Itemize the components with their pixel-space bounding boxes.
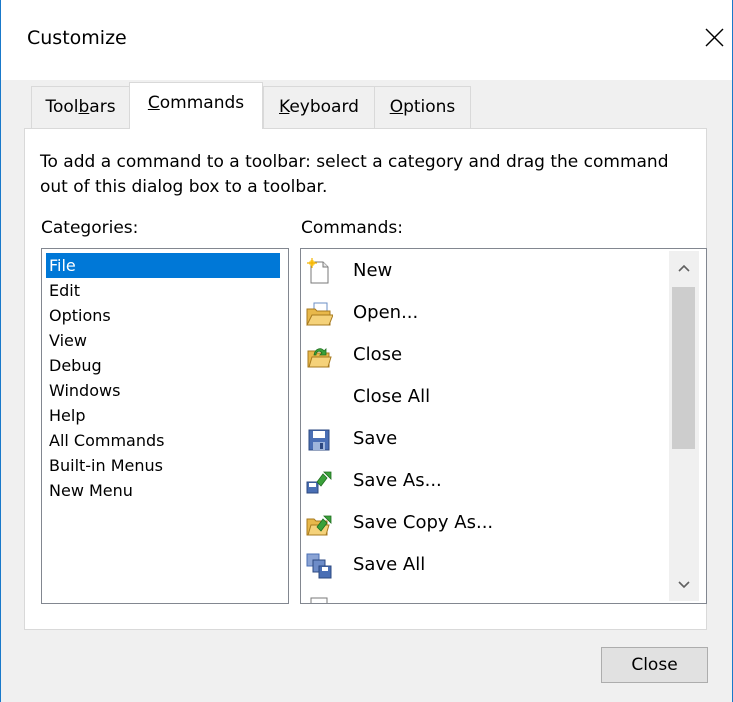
- scrollbar-thumb[interactable]: [672, 287, 695, 449]
- save-all-icon: [305, 552, 333, 580]
- customize-dialog: Customize Toolbars Commands Keyboard Opt…: [0, 0, 733, 702]
- commands-scrollbar[interactable]: [669, 251, 699, 601]
- tab-keyboard-label: Keyboard: [279, 97, 359, 117]
- commands-list[interactable]: New Open... Close Close All Save Save As…: [300, 248, 707, 604]
- command-label: Save Copy As...: [353, 512, 494, 533]
- instructions-text: To add a command to a toolbar: select a …: [40, 152, 669, 197]
- save-disk-icon: [305, 426, 333, 454]
- tab-toolbars-label: Toolbars: [45, 97, 116, 117]
- category-item[interactable]: Built-in Menus: [46, 453, 280, 478]
- command-item-save[interactable]: Save: [301, 419, 663, 461]
- scroll-up-arrow-icon[interactable]: [669, 253, 699, 283]
- command-item-close-all[interactable]: Close All: [301, 377, 663, 419]
- category-item[interactable]: Windows: [46, 378, 280, 403]
- close-icon[interactable]: [699, 22, 729, 52]
- category-item[interactable]: File: [46, 253, 280, 278]
- category-item[interactable]: New Menu: [46, 478, 280, 503]
- title-bar: Customize: [1, 0, 732, 80]
- categories-label: Categories:: [41, 218, 139, 238]
- command-item-save-copy-as[interactable]: Save Copy As...: [301, 503, 663, 545]
- command-item-open[interactable]: Open...: [301, 293, 663, 335]
- tab-options[interactable]: Options: [374, 86, 471, 128]
- category-item[interactable]: View: [46, 328, 280, 353]
- window-title: Customize: [27, 27, 127, 49]
- close-folder-icon: [305, 342, 333, 370]
- command-label: New: [353, 260, 393, 281]
- print-icon: [305, 594, 333, 603]
- save-as-icon: [305, 468, 333, 496]
- commands-label: Commands:: [301, 218, 403, 238]
- command-item-partial[interactable]: [301, 587, 663, 603]
- close-button[interactable]: Close: [601, 647, 708, 683]
- scroll-down-arrow-icon[interactable]: [669, 569, 699, 599]
- categories-list[interactable]: File Edit Options View Debug Windows Hel…: [41, 248, 289, 604]
- save-copy-icon: [305, 510, 333, 538]
- category-item[interactable]: Edit: [46, 278, 280, 303]
- command-label: Open...: [353, 302, 419, 323]
- tab-keyboard[interactable]: Keyboard: [263, 86, 375, 128]
- category-item[interactable]: Options: [46, 303, 280, 328]
- command-label: Close All: [353, 386, 431, 407]
- tab-toolbars[interactable]: Toolbars: [31, 86, 130, 128]
- tab-options-label: Options: [389, 97, 456, 117]
- command-item-save-as[interactable]: Save As...: [301, 461, 663, 503]
- command-label: Close: [353, 344, 403, 365]
- open-folder-icon: [305, 300, 334, 328]
- command-item-close[interactable]: Close: [301, 335, 663, 377]
- command-label: Save All: [353, 554, 426, 575]
- new-document-icon: [305, 258, 333, 286]
- command-label: Save: [353, 428, 398, 449]
- category-item[interactable]: Help: [46, 403, 280, 428]
- command-label: Save As...: [353, 470, 442, 491]
- tab-commands[interactable]: Commands: [129, 82, 263, 129]
- tab-commands-label: Commands: [147, 93, 245, 113]
- category-item[interactable]: Debug: [46, 353, 280, 378]
- command-item-save-all[interactable]: Save All: [301, 545, 663, 587]
- command-item-new[interactable]: New: [301, 251, 663, 293]
- category-item[interactable]: All Commands: [46, 428, 280, 453]
